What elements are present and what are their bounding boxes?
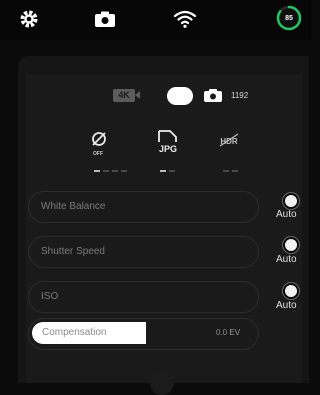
- shutter-speed-label: Shutter Speed: [41, 246, 105, 257]
- battery-level: 85: [285, 14, 293, 22]
- shutter-speed-row[interactable]: Shutter Speed: [28, 236, 259, 268]
- format-level-dash: [160, 170, 166, 172]
- timer-level-dash: [103, 170, 109, 172]
- scroll-indicator: [150, 371, 174, 395]
- ev-unit: EV: [229, 328, 241, 337]
- settings-gear-icon[interactable]: [16, 6, 42, 32]
- hdr-icon[interactable]: HDR: [216, 130, 242, 154]
- hdr-level-dash: [223, 170, 229, 172]
- svg-text:JPG: JPG: [159, 144, 177, 154]
- iso-row[interactable]: ISO: [28, 281, 259, 313]
- top-bar: 85: [0, 0, 311, 40]
- compensation-label: Compensation: [42, 327, 107, 338]
- iso-auto-label: Auto: [276, 300, 297, 311]
- video-4k-icon[interactable]: 4K: [113, 89, 135, 102]
- timer-off-label: OFF: [93, 151, 103, 157]
- shutter-speed-auto-label: Auto: [276, 254, 297, 265]
- wifi-icon[interactable]: [170, 6, 200, 32]
- camera-icon[interactable]: [90, 6, 120, 32]
- iso-auto-button[interactable]: [283, 283, 299, 299]
- photo-camera-icon: [203, 88, 223, 108]
- timer-level-dash: [94, 170, 100, 172]
- white-balance-label: White Balance: [41, 201, 106, 212]
- mode-toggle[interactable]: [167, 87, 193, 105]
- iso-label: ISO: [41, 291, 59, 302]
- jpg-format-icon[interactable]: JPG: [156, 130, 180, 154]
- shutter-speed-auto-button[interactable]: [283, 237, 299, 253]
- timer-level-dash: [112, 170, 118, 172]
- white-balance-row[interactable]: White Balance: [28, 191, 259, 223]
- timer-level-dash: [121, 170, 127, 172]
- white-balance-auto-label: Auto: [276, 209, 297, 220]
- battery-indicator: 85: [275, 4, 303, 32]
- hdr-level-dash: [232, 170, 238, 172]
- format-level-dash: [169, 170, 175, 172]
- white-balance-auto-button[interactable]: [283, 193, 299, 209]
- compensation-value: 0.0 EV: [216, 328, 240, 337]
- compensation-slider-fill[interactable]: Compensation: [32, 322, 146, 344]
- photo-count: 1192: [231, 91, 249, 100]
- ev-value: 0.0: [216, 328, 228, 337]
- video-camera-tail: [135, 91, 140, 99]
